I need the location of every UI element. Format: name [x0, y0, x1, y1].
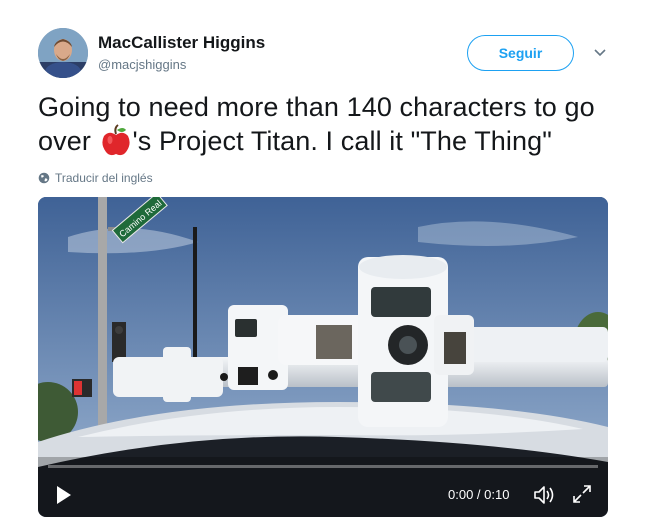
author-handle[interactable]: @macjshiggins [98, 57, 186, 72]
author-name[interactable]: MacCallister Higgins [98, 33, 265, 53]
translate-link[interactable]: Traducir del inglés [38, 171, 153, 185]
tweet-text: Going to need more than 140 characters t… [38, 90, 628, 158]
red-apple-emoji-icon [101, 124, 131, 158]
play-icon[interactable] [54, 484, 74, 506]
chevron-down-icon[interactable] [592, 46, 608, 58]
video-player[interactable]: Camino Real 0:00 / 0:10 [38, 197, 608, 517]
fullscreen-icon[interactable] [571, 483, 593, 505]
tweet-card: MacCallister Higgins @macjshiggins Segui… [0, 0, 649, 530]
video-frame: Camino Real [38, 197, 608, 517]
globe-icon [38, 172, 50, 184]
translate-label: Traducir del inglés [55, 171, 153, 185]
author-avatar[interactable] [38, 28, 88, 78]
tweet-text-after: 's Project Titan. I call it "The Thing" [132, 126, 552, 156]
volume-icon[interactable] [533, 484, 557, 506]
follow-button[interactable]: Seguir [467, 35, 574, 71]
video-progress-bar[interactable] [48, 465, 598, 468]
video-time: 0:00 / 0:10 [448, 487, 510, 502]
